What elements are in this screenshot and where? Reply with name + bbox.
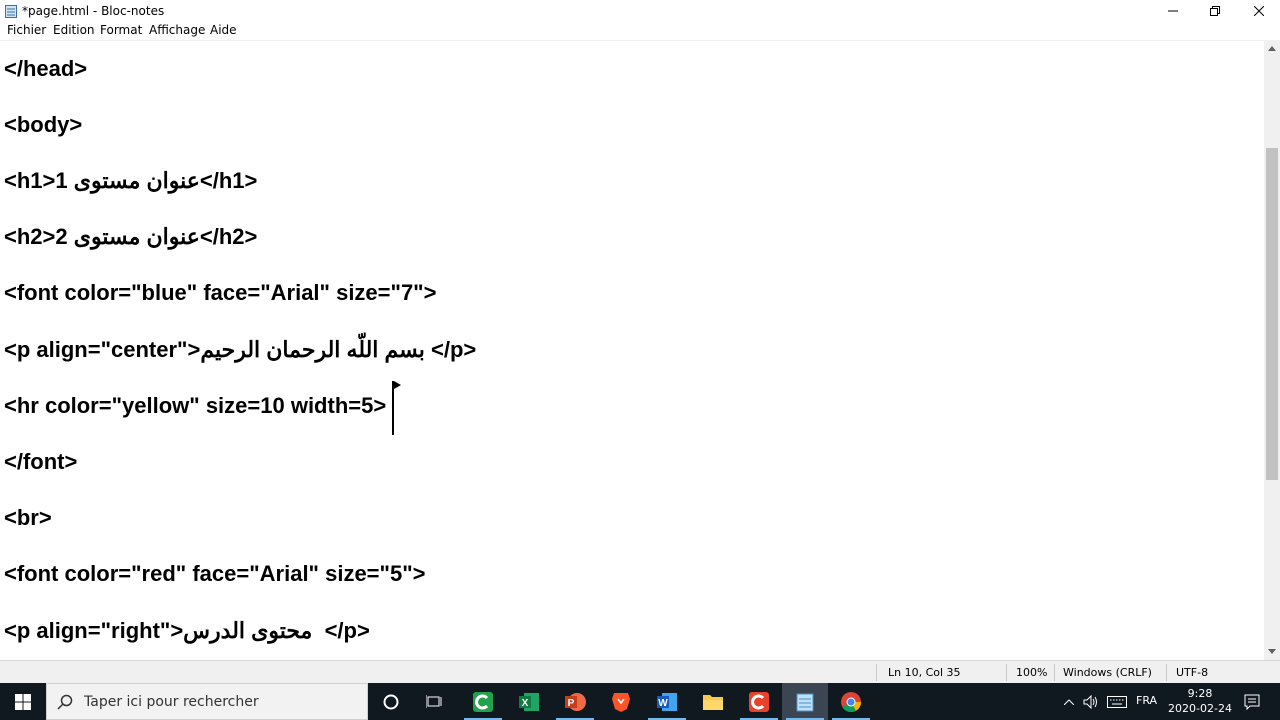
camtasia-app[interactable] [460,683,506,720]
restore-icon [1210,6,1220,16]
windows-logo-icon [15,693,31,710]
scroll-down-button[interactable] [1264,644,1280,660]
show-hidden-icons[interactable] [1060,683,1078,720]
window-title: *page.html - Bloc-notes [22,4,165,18]
code-line: <p align="center">بسم اللّه الرحمان الرح… [4,337,477,362]
code-line: <p align="right">محتوى الدرس </p> [4,618,370,643]
code-line: <h2>عنوان مستوى 2</h2> [4,224,258,249]
notepad-window: *page.html - Bloc-notes Fichier Edition … [0,0,1280,683]
taskbar-search[interactable]: Taper ici pour rechercher [46,683,368,720]
menu-format[interactable]: Format [100,23,142,37]
status-separator [876,664,877,681]
code-line: <h1>عنوان مستوى 1</h1> [4,168,258,193]
keyboard-button[interactable] [1104,683,1130,720]
clock-date: 2020-02-24 [1168,702,1232,715]
volume-button[interactable] [1080,683,1102,720]
camtasia-icon [473,691,493,712]
vertical-scrollbar[interactable] [1264,40,1280,660]
input-language[interactable]: FRA [1136,694,1157,707]
text-cursor [392,381,394,435]
code-line: </head> [4,56,88,81]
clock-time: 9:28 [1187,687,1213,700]
file-explorer-app[interactable] [690,683,736,720]
menu-aide[interactable]: Aide [210,23,237,37]
title-bar: *page.html - Bloc-notes [0,0,1280,22]
notepad-app-icon [5,5,17,18]
notepad-app[interactable] [782,683,828,720]
code-line: <body> [4,112,83,137]
scroll-up-button[interactable] [1264,40,1280,56]
line-ending: Windows (CRLF) [1063,666,1152,679]
powerpoint-app[interactable]: P [552,683,598,720]
status-separator [1006,664,1007,681]
action-center-button[interactable] [1238,683,1266,720]
code-line: <hr color="yellow" size=10 width=5> [4,393,387,418]
chrome-icon [841,691,862,712]
brave-app[interactable] [598,683,644,720]
svg-text:P: P [568,698,575,709]
cortana-icon [383,694,399,709]
task-view-icon [426,694,442,708]
search-placeholder: Taper ici pour rechercher [84,694,259,710]
chrome-app[interactable] [828,683,874,720]
zoom-level: 100% [1016,666,1048,679]
code-line: <font color="blue" face="Arial" size="7"… [4,280,437,305]
camtasia-recorder-icon [749,691,769,712]
minimize-button[interactable] [1150,0,1196,22]
cortana-button[interactable] [368,683,414,720]
encoding: UTF-8 [1176,666,1209,679]
menu-edition[interactable]: Edition [53,23,95,37]
chevron-up-icon [1268,46,1276,51]
status-bar: Ln 10, Col 35 100% Windows (CRLF) UTF-8 [0,660,1280,683]
close-icon [1254,6,1264,16]
code-line: <font color="red" face="Arial" size="5"> [4,561,426,586]
code-line: <br> [4,505,52,530]
brave-icon [612,692,630,712]
status-separator [1166,664,1167,681]
excel-icon: X [519,692,539,711]
file-explorer-icon [703,694,723,710]
chevron-down-icon [1268,649,1276,654]
taskbar: Taper ici pour rechercher X P W FRA 9:28… [0,683,1280,720]
cursor-flag-icon [394,381,401,389]
speaker-icon [1083,694,1097,709]
minimize-icon [1168,10,1178,12]
search-icon [57,694,73,710]
status-separator [1054,664,1055,681]
notification-icon [1244,694,1260,710]
system-clock[interactable]: 9:28 2020-02-24 [1166,686,1234,716]
excel-app[interactable]: X [506,683,552,720]
menu-affichage[interactable]: Affichage [149,23,205,37]
notepad-icon [796,693,814,711]
cursor-position: Ln 10, Col 35 [888,666,961,679]
restore-button[interactable] [1192,0,1238,22]
text-editor[interactable]: </head> <body> <h1>عنوان مستوى 1</h1> <h… [0,40,1264,660]
powerpoint-icon: P [565,692,586,711]
chevron-up-icon [1064,698,1074,705]
menu-fichier[interactable]: Fichier [7,23,46,37]
word-app[interactable]: W [644,683,690,720]
menu-bar: Fichier Edition Format Affichage Aide [0,22,1280,40]
camtasia-recorder-app[interactable] [736,683,782,720]
scroll-thumb[interactable] [1266,148,1278,480]
svg-text:W: W [658,698,668,709]
close-button[interactable] [1236,0,1280,22]
word-icon: W [657,692,677,711]
start-button[interactable] [0,683,46,720]
keyboard-icon [1107,695,1127,708]
code-line: </font> [4,449,78,474]
svg-text:X: X [522,698,529,709]
task-view-button[interactable] [412,683,458,720]
